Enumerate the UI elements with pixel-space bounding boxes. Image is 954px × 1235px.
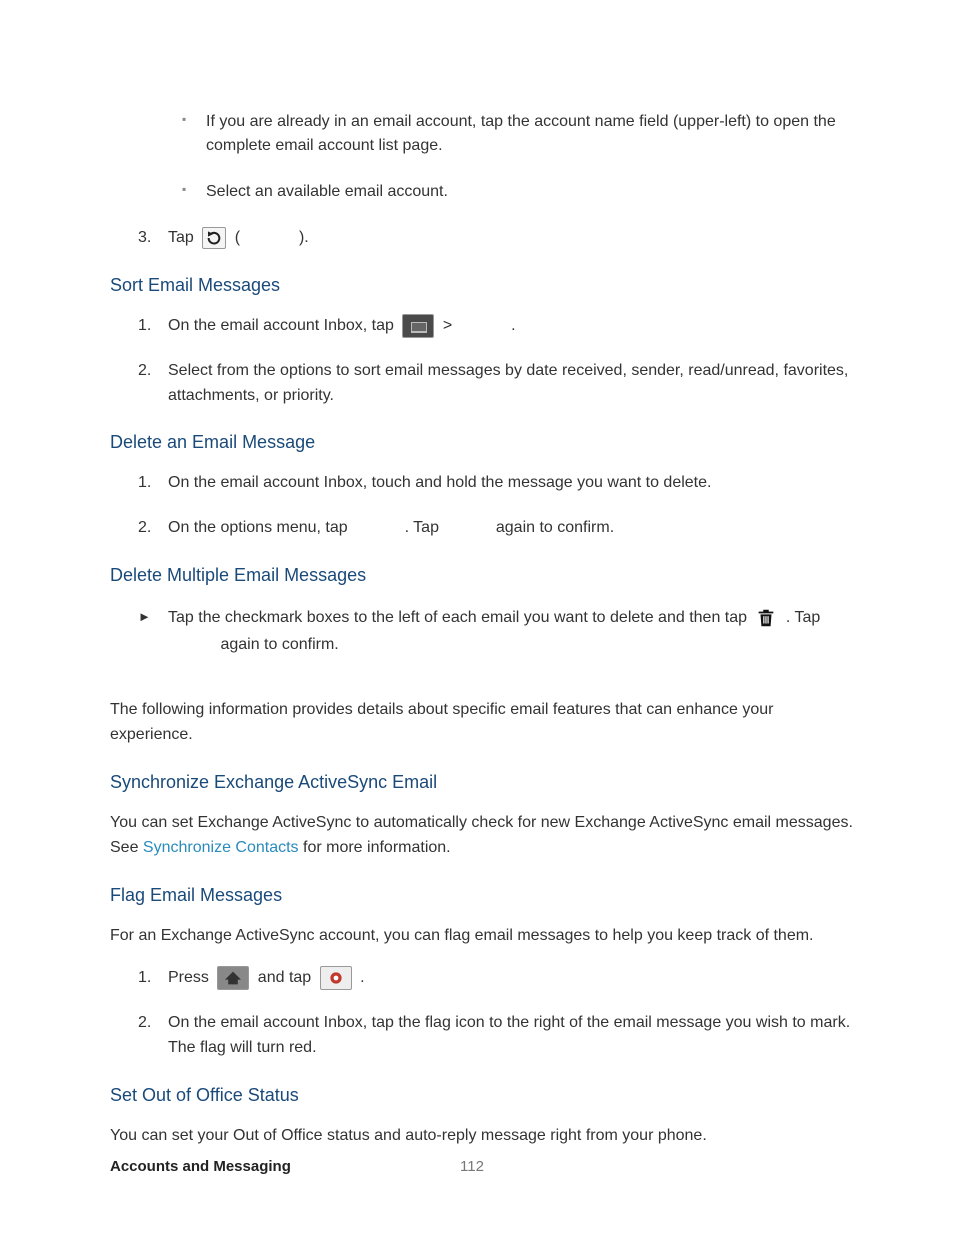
text: > [443,317,457,334]
text: and tap [258,970,316,987]
page-number: 112 [460,1158,484,1175]
list-item: 2. On the options menu, tap . Tap again … [138,516,854,541]
list-item: 3. Tap ( ). [138,226,854,251]
text: . [360,970,364,987]
ordinal: 2. [138,359,151,384]
text: again to confirm. [496,519,614,536]
sort-steps: 1. On the email account Inbox, tap > . 2… [138,314,854,409]
text: Select from the options to sort email me… [168,362,848,404]
list-item: 1. On the email account Inbox, tap > . [138,314,854,339]
list-item: 1. On the email account Inbox, touch and… [138,471,854,496]
refresh-icon [202,227,226,249]
menu-icon [402,314,434,338]
heading-sync: Synchronize Exchange ActiveSync Email [110,772,854,793]
bullet-item: Select an available email account. [182,180,854,204]
text: Press [168,970,213,987]
home-icon [217,966,249,990]
list-item: Tap the checkmark boxes to the left of e… [138,604,854,658]
text: Tap the checkmark boxes to the left of e… [168,609,751,626]
tap-refresh-step: 3. Tap ( ). [138,226,854,251]
heading-delete-one: Delete an Email Message [110,432,854,453]
trash-icon [755,607,777,629]
email-app-icon [320,966,352,990]
ordinal: 2. [138,516,151,541]
text: Tap [168,229,194,246]
intro-sub-bullets: If you are already in an email account, … [182,110,854,204]
ooo-para: You can set your Out of Office status an… [110,1124,854,1149]
ordinal: 1. [138,966,151,991]
activesync-intro: The following information provides detai… [110,698,854,748]
sync-contacts-link[interactable]: Synchronize Contacts [143,839,299,856]
bullet-item: If you are already in an email account, … [182,110,854,158]
flag-steps: 1. Press and tap . 2. On the email accou… [138,966,854,1061]
text: . Tap [786,609,820,626]
text: for more information. [299,839,451,856]
list-item: 2. Select from the options to sort email… [138,359,854,409]
page-footer: Accounts and Messaging 112 [110,1158,854,1175]
text: On the options menu, tap [168,519,352,536]
ordinal: 1. [138,471,151,496]
page-container: If you are already in an email account, … [0,0,954,1235]
text: ). [299,229,309,246]
flag-para: For an Exchange ActiveSync account, you … [110,924,854,949]
list-item: 1. Press and tap . [138,966,854,991]
sync-para: You can set Exchange ActiveSync to autom… [110,811,854,861]
heading-delete-many: Delete Multiple Email Messages [110,565,854,586]
ordinal: 1. [138,314,151,339]
text: On the email account Inbox, tap the flag… [168,1014,850,1056]
delete-one-steps: 1. On the email account Inbox, touch and… [138,471,854,541]
text: ( [235,229,240,246]
text: again to confirm. [220,636,338,653]
heading-flag: Flag Email Messages [110,885,854,906]
heading-sort-email: Sort Email Messages [110,275,854,296]
footer-section-title: Accounts and Messaging [110,1158,291,1175]
text: On the email account Inbox, tap [168,317,398,334]
ordinal: 2. [138,1011,151,1036]
text: . [511,317,515,334]
heading-ooo: Set Out of Office Status [110,1085,854,1106]
text: . Tap [405,519,444,536]
ordinal: 3. [138,226,151,251]
list-item: 2. On the email account Inbox, tap the f… [138,1011,854,1061]
text: On the email account Inbox, touch and ho… [168,474,711,491]
delete-many-steps: Tap the checkmark boxes to the left of e… [138,604,854,658]
